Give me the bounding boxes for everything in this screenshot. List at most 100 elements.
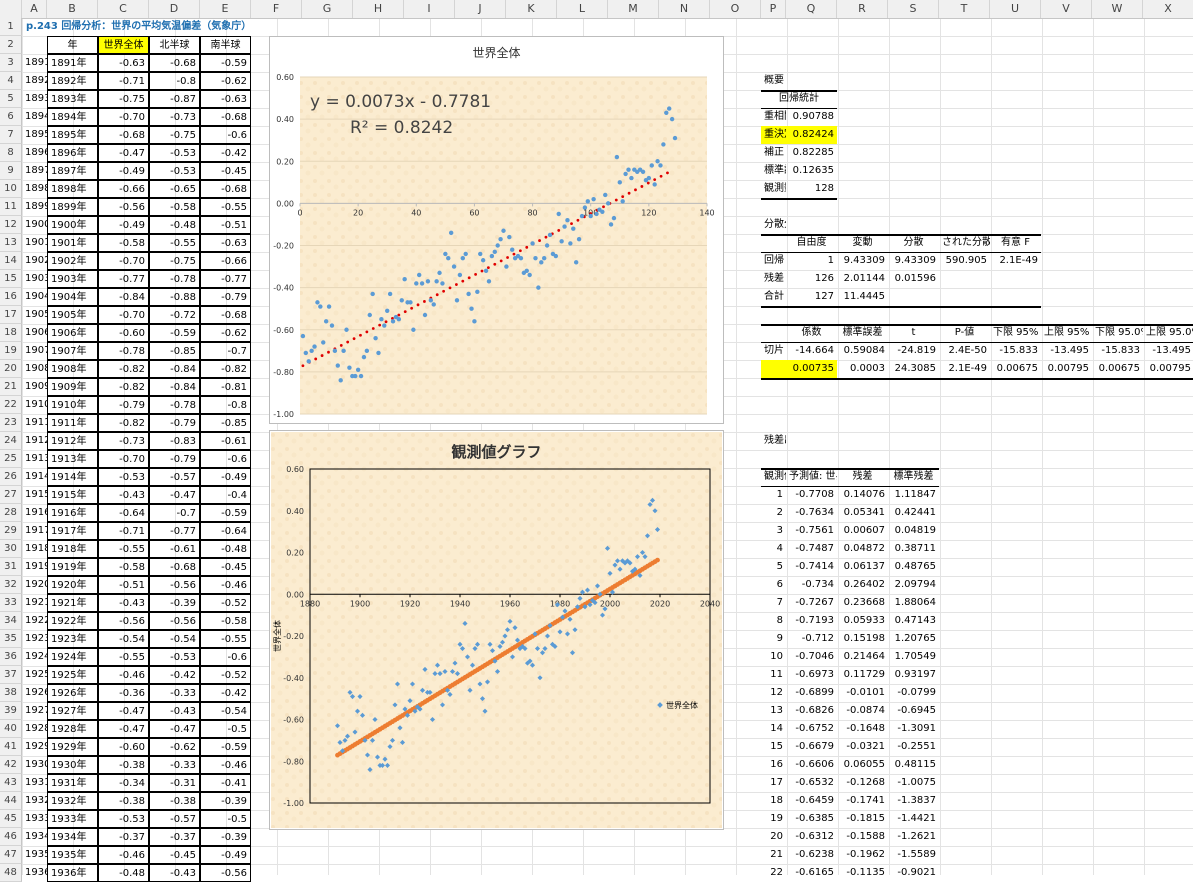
data-point[interactable] — [507, 234, 512, 240]
table-cell[interactable]: 1894年 — [47, 108, 98, 126]
anova-cell[interactable] — [990, 288, 1041, 306]
table-header-3[interactable]: 南半球 — [200, 36, 251, 54]
residual-cell[interactable]: -0.6826 — [786, 702, 837, 720]
data-point[interactable] — [358, 373, 364, 379]
table-cell[interactable]: -0.47 — [98, 144, 149, 162]
column-header-L[interactable]: L — [557, 0, 608, 18]
table-cell[interactable]: 1915年 — [47, 486, 98, 504]
residual-cell[interactable]: 0.21464 — [837, 648, 888, 666]
table-cell[interactable]: 1907年 — [47, 342, 98, 360]
table-cell[interactable]: 1921年 — [47, 594, 98, 612]
row-header-27[interactable]: 27 — [0, 486, 22, 504]
regression-stat-label[interactable]: 観測数 — [761, 180, 786, 198]
coefficient-header[interactable]: 係数 — [786, 324, 837, 342]
data-point[interactable] — [524, 268, 529, 273]
data-point[interactable] — [335, 363, 340, 368]
data-point[interactable] — [667, 106, 672, 111]
data-point[interactable] — [510, 247, 515, 252]
residual-cell[interactable]: 19 — [761, 810, 786, 828]
row-header-6[interactable]: 6 — [0, 108, 22, 126]
row-header-4[interactable]: 4 — [0, 72, 22, 90]
table-cell[interactable]: -0.81 — [200, 378, 251, 396]
data-point[interactable] — [620, 199, 625, 204]
residual-cell[interactable]: 22 — [761, 864, 786, 882]
year-number-cell[interactable]: 1932 — [22, 792, 47, 810]
residual-cell[interactable]: -0.7634 — [786, 504, 837, 522]
data-point[interactable] — [428, 298, 434, 303]
year-number-cell[interactable]: 1917 — [22, 522, 47, 540]
residual-cell[interactable]: 7 — [761, 594, 786, 612]
table-cell[interactable]: 1919年 — [47, 558, 98, 576]
regression-stat-value[interactable]: 0.82424 — [786, 126, 837, 144]
observed-chart[interactable]: 観測値グラフ 0.60 0.40 0.20 0.00 -0.20 -0.40 -0.60 -0.… — [269, 430, 724, 830]
table-cell[interactable]: -0.68 — [200, 180, 251, 198]
coefficient-cell[interactable]: -14.664 — [786, 342, 837, 360]
table-cell[interactable]: 1926年 — [47, 684, 98, 702]
data-point[interactable] — [582, 205, 588, 210]
table-cell[interactable]: 1928年 — [47, 720, 98, 738]
residual-cell[interactable]: 0.48765 — [888, 558, 939, 576]
data-point[interactable] — [658, 163, 663, 168]
table-cell[interactable]: -0.66 — [200, 252, 251, 270]
anova-cell[interactable] — [888, 288, 939, 306]
year-number-cell[interactable]: 1916 — [22, 504, 47, 522]
residual-cell[interactable]: -0.0874 — [837, 702, 888, 720]
residual-cell[interactable]: -1.3837 — [888, 792, 939, 810]
table-cell[interactable]: -0.43 — [98, 486, 149, 504]
year-number-cell[interactable]: 1921 — [22, 594, 47, 612]
residual-header[interactable]: 観測値 — [761, 468, 786, 486]
table-cell[interactable]: -0.72 — [149, 306, 200, 324]
data-point[interactable] — [617, 180, 622, 185]
table-cell[interactable]: -0.37 — [98, 828, 149, 846]
table-cell[interactable]: 1901年 — [47, 234, 98, 252]
anova-cell[interactable]: 0.01596 — [888, 270, 939, 288]
table-cell[interactable]: -0.88 — [149, 288, 200, 306]
row-header-25[interactable]: 25 — [0, 450, 22, 468]
table-cell[interactable]: -0.63 — [200, 234, 251, 252]
data-point[interactable] — [457, 272, 463, 278]
table-cell[interactable]: 1929年 — [47, 738, 98, 756]
table-cell[interactable]: -0.59 — [200, 738, 251, 756]
residual-cell[interactable]: -1.3091 — [888, 720, 939, 738]
residual-cell[interactable]: -0.1648 — [837, 720, 888, 738]
residual-output-label[interactable]: 残差出力 — [761, 432, 786, 450]
table-cell[interactable]: 1904年 — [47, 288, 98, 306]
table-cell[interactable]: -0.79 — [149, 414, 200, 432]
table-cell[interactable]: -0.66 — [98, 180, 149, 198]
table-cell[interactable]: -0.71 — [98, 72, 149, 90]
residual-cell[interactable]: 0.06055 — [837, 756, 888, 774]
table-cell[interactable]: -0.84 — [98, 288, 149, 306]
column-header-J[interactable]: J — [455, 0, 506, 18]
coefficient-cell[interactable]: 0.00675 — [1092, 360, 1143, 378]
year-number-cell[interactable]: 1893 — [22, 90, 47, 108]
table-cell[interactable]: 1905年 — [47, 306, 98, 324]
column-header-M[interactable]: M — [608, 0, 659, 18]
residual-cell[interactable]: 0.23668 — [837, 594, 888, 612]
table-cell[interactable]: 1897年 — [47, 162, 98, 180]
data-point[interactable] — [353, 373, 358, 379]
residual-cell[interactable]: 0.11729 — [837, 666, 888, 684]
residual-cell[interactable]: -0.7561 — [786, 522, 837, 540]
table-cell[interactable]: -0.38 — [98, 756, 149, 774]
coefficient-cell[interactable]: -24.819 — [888, 342, 939, 360]
year-number-cell[interactable]: 1903 — [22, 270, 47, 288]
coefficient-cell[interactable]: 2.1E-49 — [939, 360, 990, 378]
row-header-3[interactable]: 3 — [0, 54, 22, 72]
row-header-18[interactable]: 18 — [0, 324, 22, 342]
table-cell[interactable]: -0.77 — [200, 270, 251, 288]
residual-cell[interactable]: -0.1588 — [837, 828, 888, 846]
column-header-F[interactable]: F — [251, 0, 302, 18]
coefficient-cell[interactable]: 0.00795 — [1143, 360, 1193, 378]
residual-cell[interactable]: -0.6532 — [786, 774, 837, 792]
row-header-23[interactable]: 23 — [0, 414, 22, 432]
table-cell[interactable]: -0.77 — [149, 522, 200, 540]
table-cell[interactable]: 1923年 — [47, 630, 98, 648]
data-point[interactable] — [338, 378, 343, 383]
table-cell[interactable]: 1913年 — [47, 450, 98, 468]
table-cell[interactable]: 1920年 — [47, 576, 98, 594]
table-cell[interactable]: -0.47 — [98, 720, 149, 738]
data-point[interactable] — [446, 255, 451, 261]
table-cell[interactable]: -0.54 — [149, 630, 200, 648]
row-header-28[interactable]: 28 — [0, 504, 22, 522]
regression-stats-title[interactable]: 回帰統計 — [761, 90, 837, 108]
